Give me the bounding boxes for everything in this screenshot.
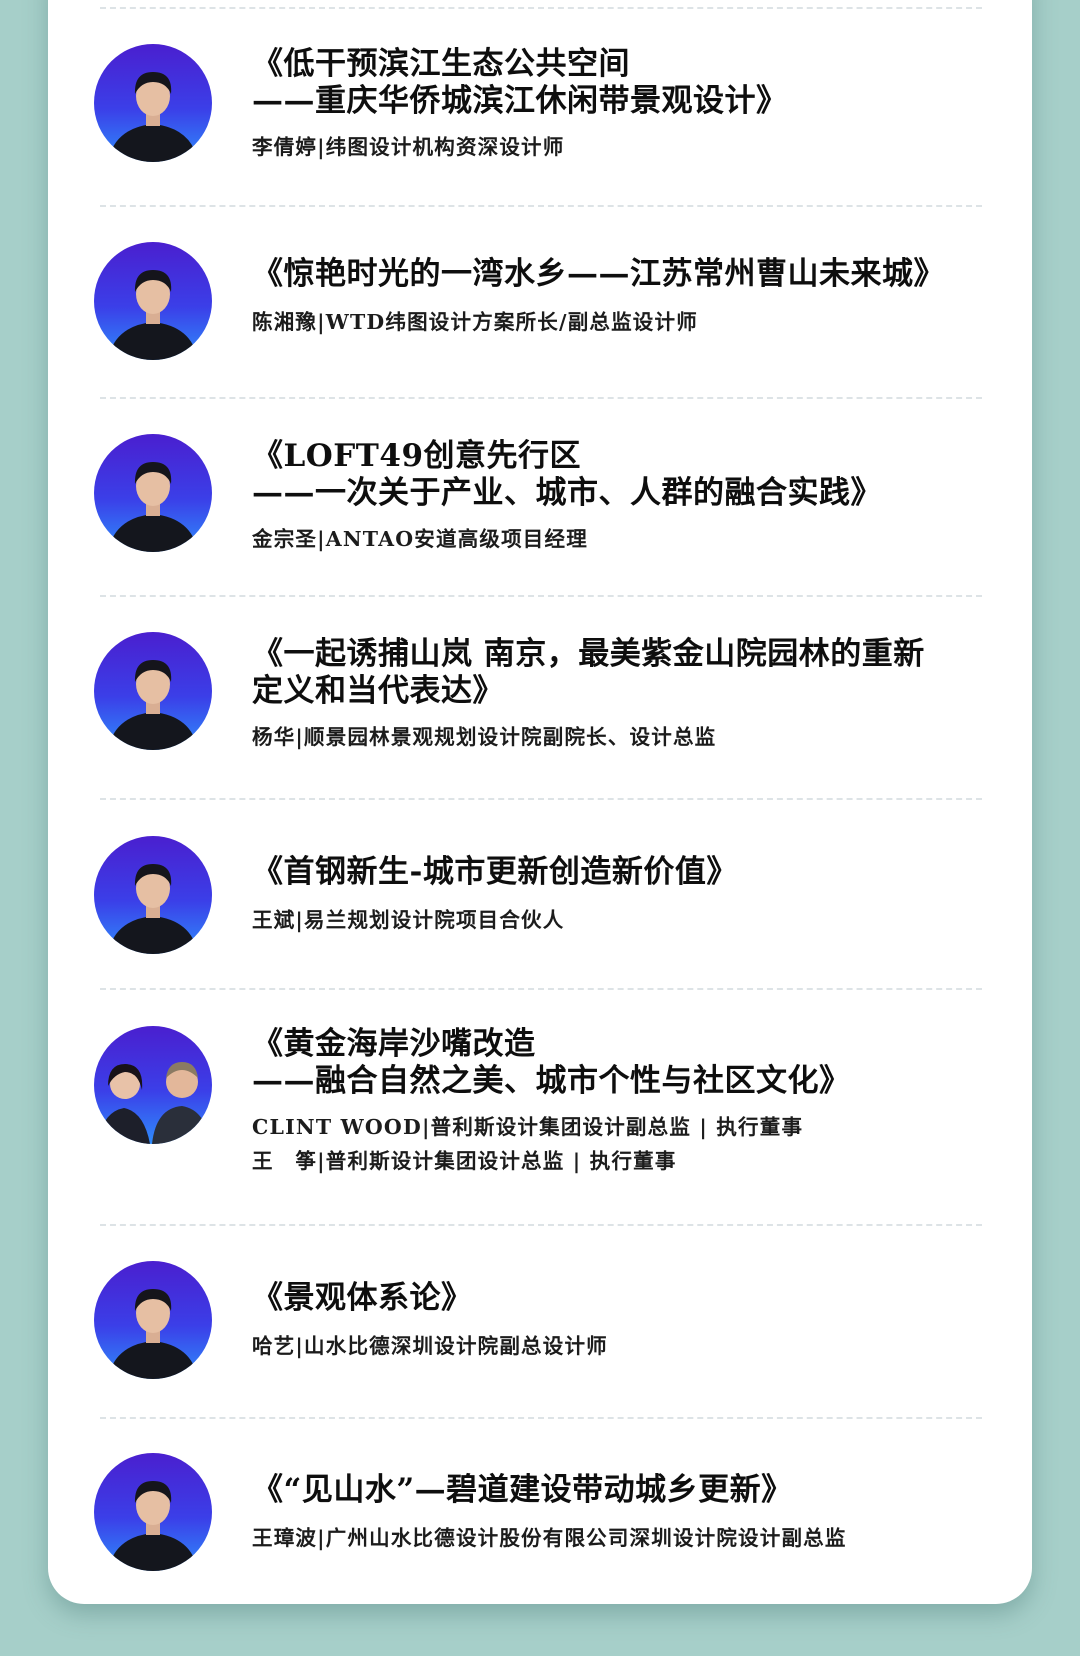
speaker-portrait-icon: [94, 242, 212, 360]
speaker-info: 金宗圣|ANTAO安道高级项目经理: [252, 527, 588, 551]
talk-title-line: 《一起诱捕山岚 南京，最美紫金山院园林的重新: [252, 636, 925, 672]
talk-entry: 《低干预滨江生态公共空间 ——重庆华侨城滨江休闲带景观设计》李倩婷|纬图设计机构资…: [252, 46, 972, 164]
speaker-avatar: [94, 44, 212, 162]
speaker-avatar: [94, 1453, 212, 1571]
talk-title: 《一起诱捕山岚 南京，最美紫金山院园林的重新 定义和当代表达》: [252, 636, 972, 710]
speaker-portrait-icon: [94, 1453, 212, 1571]
talk-entry: 《首钢新生-城市更新创造新价值》王斌|易兰规划设计院项目合伙人: [252, 854, 972, 937]
speaker-portrait-icon: [94, 836, 212, 954]
speaker-info: 王 筝|普利斯设计集团设计总监 | 执行董事: [252, 1149, 677, 1173]
talk-title-line: 《首钢新生-城市更新创造新价值》: [252, 854, 738, 890]
speaker-avatar: [94, 1026, 212, 1144]
talk-title-line: 定义和当代表达》: [252, 673, 504, 709]
speaker-avatar: [94, 242, 212, 360]
talk-title-line: 《景观体系论》: [252, 1280, 473, 1316]
speaker-avatar: [94, 434, 212, 552]
talk-title: 《惊艳时光的一湾水乡——江苏常州曹山未来城》: [252, 256, 972, 293]
speaker-avatar: [94, 1261, 212, 1379]
talk-title-line: ——一次关于产业、城市、人群的融合实践》: [252, 475, 882, 511]
talk-title-line: 《黄金海岸沙嘴改造: [252, 1026, 536, 1062]
speaker-portrait-icon: [94, 1261, 212, 1379]
speaker-info: 杨华|顺景园林景观规划设计院副院长、设计总监: [252, 725, 717, 749]
speaker-info: 哈艺|山水比德深圳设计院副总设计师: [252, 1334, 608, 1358]
talk-title-line: 《LOFT49创意先行区: [252, 438, 582, 474]
entry-divider: [100, 798, 982, 800]
entry-divider: [100, 7, 982, 9]
talk-title-line: ——融合自然之美、城市个性与社区文化》: [252, 1063, 851, 1099]
two-speakers-portrait-icon: [94, 1026, 212, 1144]
talk-title: 《景观体系论》: [252, 1280, 972, 1317]
entry-divider: [100, 595, 982, 597]
entry-divider: [100, 988, 982, 990]
speaker-info: 李倩婷|纬图设计机构资深设计师: [252, 135, 565, 159]
speaker-info: 陈湘豫|WTD纬图设计方案所长/副总监设计师: [252, 310, 698, 334]
speaker-info: 王璋波|广州山水比德设计股份有限公司深圳设计院设计副总监: [252, 1526, 847, 1550]
speaker-portrait-icon: [94, 632, 212, 750]
speaker-avatar: [94, 836, 212, 954]
talk-entry: 《景观体系论》哈艺|山水比德深圳设计院副总设计师: [252, 1280, 972, 1363]
entry-divider: [100, 1224, 982, 1226]
talk-entry: 《“见山水”—碧道建设带动城乡更新》王璋波|广州山水比德设计股份有限公司深圳设计…: [252, 1472, 972, 1555]
entry-divider: [100, 1417, 982, 1419]
entry-divider: [100, 397, 982, 399]
speaker-portrait-icon: [94, 44, 212, 162]
talk-entry: 《惊艳时光的一湾水乡——江苏常州曹山未来城》陈湘豫|WTD纬图设计方案所长/副总…: [252, 256, 972, 339]
speaker-list-card: [48, 0, 1032, 1604]
speaker-info: CLINT WOOD|普利斯设计集团设计副总监 | 执行董事: [252, 1115, 804, 1139]
talk-title-line: 《“见山水”—碧道建设带动城乡更新》: [252, 1472, 793, 1508]
talk-title-line: 《低干预滨江生态公共空间: [252, 46, 630, 82]
speaker-avatar: [94, 632, 212, 750]
talk-entry: 《黄金海岸沙嘴改造 ——融合自然之美、城市个性与社区文化》 CLINT WOOD|普…: [252, 1026, 972, 1178]
talk-title: 《黄金海岸沙嘴改造 ——融合自然之美、城市个性与社区文化》: [252, 1026, 972, 1100]
speaker-info: 王斌|易兰规划设计院项目合伙人: [252, 908, 565, 932]
talk-entry: 《一起诱捕山岚 南京，最美紫金山院园林的重新 定义和当代表达》杨华|顺景园林景观规…: [252, 636, 972, 754]
talk-title-line: ——重庆华侨城滨江休闲带景观设计》: [252, 83, 788, 119]
talk-title-line: 《惊艳时光的一湾水乡——江苏常州曹山未来城》: [252, 256, 945, 292]
talk-entry: 《LOFT49创意先行区 ——一次关于产业、城市、人群的融合实践》金宗圣|ANTA…: [252, 438, 972, 556]
talk-title: 《LOFT49创意先行区 ——一次关于产业、城市、人群的融合实践》: [252, 438, 972, 512]
speaker-portrait-icon: [94, 434, 212, 552]
entry-divider: [100, 205, 982, 207]
talk-title: 《“见山水”—碧道建设带动城乡更新》: [252, 1472, 972, 1509]
talk-title: 《低干预滨江生态公共空间 ——重庆华侨城滨江休闲带景观设计》: [252, 46, 972, 120]
talk-title: 《首钢新生-城市更新创造新价值》: [252, 854, 972, 891]
